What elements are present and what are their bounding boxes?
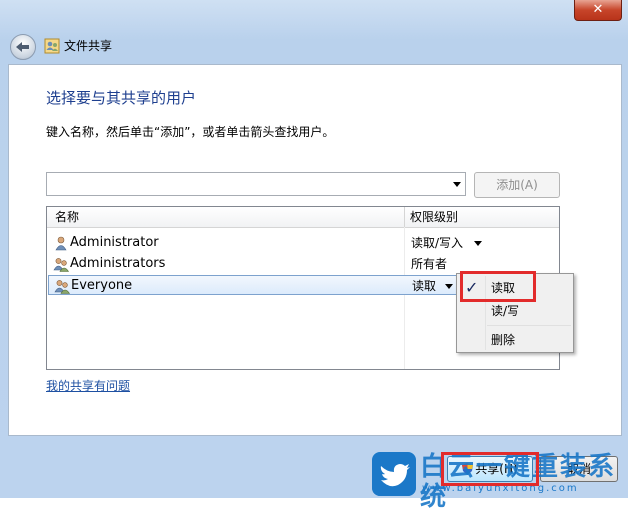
permission-dropdown-icon[interactable] — [445, 284, 453, 289]
bird-logo-icon — [372, 452, 416, 496]
close-icon: ✕ — [592, 2, 604, 17]
page-heading: 选择要与其共享的用户 — [46, 89, 197, 107]
add-button[interactable]: 添加(A) — [474, 172, 560, 198]
row-name: Administrator — [70, 235, 159, 250]
row-name: Administrators — [70, 256, 166, 271]
table-row-administrator[interactable]: Administrator 读取/写入 — [48, 233, 558, 253]
window-title: 文件共享 — [64, 39, 113, 53]
menu-item-read-write[interactable]: 读/写 — [459, 300, 571, 322]
menu-separator — [487, 325, 571, 326]
back-button[interactable] — [10, 34, 36, 60]
row-name: Everyone — [71, 278, 133, 293]
file-share-icon — [44, 38, 60, 54]
menu-item-remove[interactable]: 删除 — [459, 329, 571, 351]
row-permission: 所有者 — [411, 257, 448, 271]
column-divider[interactable] — [404, 207, 405, 227]
group-icon — [54, 280, 70, 294]
column-header-name[interactable]: 名称 — [55, 207, 79, 227]
list-header: 名称 权限级别 — [47, 207, 559, 228]
combobox-dropdown-icon[interactable] — [453, 182, 461, 187]
permission-dropdown-icon[interactable] — [474, 241, 482, 246]
row-permission[interactable]: 读取 — [412, 278, 436, 294]
highlight-read-option — [460, 271, 536, 302]
group-icon — [53, 258, 69, 272]
menu-item-label: 读/写 — [491, 304, 520, 318]
instruction-text: 键入名称，然后单击“添加”，或者单击箭头查找用户。 — [46, 125, 335, 139]
help-link[interactable]: 我的共享有问题 — [46, 378, 130, 394]
user-name-combobox[interactable] — [46, 172, 466, 196]
close-button[interactable]: ✕ — [574, 0, 622, 21]
highlight-share-button — [441, 452, 539, 486]
column-header-permission[interactable]: 权限级别 — [410, 207, 458, 227]
row-permission[interactable]: 读取/写入 — [411, 235, 463, 251]
menu-item-label: 删除 — [491, 333, 516, 347]
user-icon — [55, 236, 67, 251]
